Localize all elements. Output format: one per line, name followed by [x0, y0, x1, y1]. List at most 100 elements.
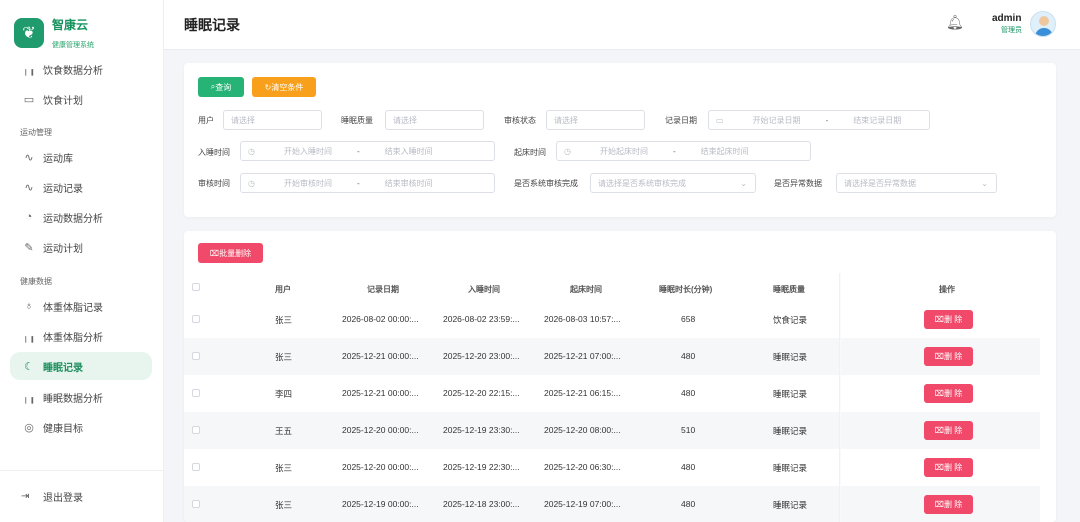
- audit-status-select[interactable]: 请选择: [546, 110, 645, 130]
- sidebar-group-exercise: 运动管理: [20, 128, 52, 137]
- cell-user: 张三: [275, 463, 293, 473]
- delete-button[interactable]: ⌧ 删 除: [924, 310, 973, 329]
- cell-record-date: 2025-12-20 00:00:...: [342, 462, 419, 472]
- cell-wake-time: 2026-08-03 10:57:...: [544, 314, 621, 324]
- cell-sleep-time: 2025-12-19 22:30:...: [443, 462, 520, 472]
- records-panel: ⌧ 批量删除 用户 记录日期 入睡时间 起床时间 睡眠时长(分钟) 睡眠质量 操作…: [184, 231, 1056, 522]
- table-row: 张三 2026-08-02 00:00:... 2026-08-02 23:59…: [184, 301, 1040, 338]
- sidebar-item-exercise-analysis[interactable]: ◔ 运动数据分析: [10, 203, 152, 231]
- bar-chart-icon: ╷╻: [22, 391, 36, 404]
- fixed-column-shadow: [839, 273, 841, 522]
- cell-quality: 睡眠记录: [773, 389, 808, 399]
- sidebar-item-exercise-records[interactable]: ∿ 运动记录: [10, 173, 152, 201]
- user-select[interactable]: 请选择: [223, 110, 322, 130]
- column-header-actions: 操作: [939, 285, 955, 294]
- table-row: 张三 2025-12-21 00:00:... 2025-12-20 23:00…: [184, 338, 1040, 375]
- select-all-checkbox[interactable]: [192, 283, 200, 291]
- target-icon: ◎: [24, 421, 34, 434]
- cell-duration: 510: [681, 425, 696, 435]
- system-audit-select[interactable]: 请选择是否系统审核完成 ⌄: [590, 173, 756, 193]
- clear-conditions-button[interactable]: ↻ 清空条件: [252, 77, 316, 97]
- avatar[interactable]: [1030, 11, 1056, 37]
- record-date-range[interactable]: ▭ 开始记录日期 - 结束记录日期: [708, 110, 930, 130]
- quality-select[interactable]: 请选择: [385, 110, 484, 130]
- row-checkbox[interactable]: [192, 315, 200, 323]
- calendar-icon: ▭: [716, 115, 724, 125]
- sleep-time-range[interactable]: ◷ 开始入睡时间 - 结束入睡时间: [240, 141, 495, 161]
- sidebar-item-weight-records[interactable]: ♁ 体重体脂记录: [10, 292, 152, 320]
- brand-title: 智康云: [52, 18, 89, 32]
- sidebar-item-sleep-analysis[interactable]: ╷╻ 睡眠数据分析: [10, 383, 152, 411]
- top-bar: 睡眠记录 🔔︎ admin 管理员: [164, 0, 1080, 50]
- query-button[interactable]: ⌕ 查询: [198, 77, 244, 97]
- filter-panel: ⌕ 查询 ↻ 清空条件 用户 请选择 睡眠质量 请选择 审核状态 请选择 记录日期 …: [184, 63, 1056, 217]
- wake-time-range[interactable]: ◷ 开始起床时间 - 结束起床时间: [556, 141, 811, 161]
- cell-wake-time: 2025-12-21 07:00:...: [544, 351, 621, 361]
- sidebar-item-weight-analysis[interactable]: ╷╻ 体重体脂分析: [10, 322, 152, 350]
- delete-button[interactable]: ⌧ 删 除: [924, 347, 973, 366]
- sidebar-item-diet-analysis[interactable]: ╷╻ 饮食数据分析: [10, 55, 152, 83]
- clock-icon: ◷: [564, 146, 571, 156]
- quality-label: 睡眠质量: [341, 116, 373, 125]
- cell-quality: 睡眠记录: [773, 426, 808, 436]
- sidebar: ❦ 智康云 健康管理系统 ╷╻ 饮食数据分析 ▭ 饮食计划 运动管理 ∿ 运动库 ∿ 运…: [0, 0, 164, 522]
- abnormal-select[interactable]: 请选择是否异常数据 ⌄: [836, 173, 997, 193]
- system-audit-label: 是否系统审核完成: [514, 179, 578, 188]
- row-checkbox[interactable]: [192, 463, 200, 471]
- calendar-icon: ▭: [23, 93, 35, 106]
- edit-icon: ✎: [24, 241, 34, 254]
- cell-record-date: 2025-12-21 00:00:...: [342, 388, 419, 398]
- audit-time-label: 审核时间: [198, 179, 230, 188]
- sidebar-item-diet-plan[interactable]: ▭ 饮食计划: [10, 85, 152, 113]
- moon-icon: ☾: [24, 360, 34, 373]
- delete-button[interactable]: ⌧ 删 除: [924, 384, 973, 403]
- brand-logo: ❦ 智康云 健康管理系统: [14, 16, 94, 50]
- chevron-down-icon: ⌄: [740, 178, 747, 188]
- bar-chart-icon: ╷╻: [22, 330, 36, 343]
- abnormal-label: 是否异常数据: [774, 179, 822, 188]
- row-checkbox[interactable]: [192, 352, 200, 360]
- wake-time-label: 起床时间: [514, 148, 546, 157]
- cell-sleep-time: 2025-12-20 23:00:...: [443, 351, 520, 361]
- cell-sleep-time: 2025-12-19 23:30:...: [443, 425, 520, 435]
- sidebar-item-exercise-library[interactable]: ∿ 运动库: [10, 143, 152, 171]
- sidebar-item-sleep-records[interactable]: ☾ 睡眠记录: [10, 352, 152, 380]
- cell-duration: 480: [681, 499, 696, 509]
- row-checkbox[interactable]: [192, 500, 200, 508]
- column-header-wake-time: 起床时间: [570, 285, 602, 294]
- audit-time-range[interactable]: ◷ 开始审核时间 - 结束审核时间: [240, 173, 495, 193]
- user-name[interactable]: admin: [992, 13, 1021, 24]
- column-header-quality: 睡眠质量: [773, 285, 805, 294]
- pulse-icon: ∿: [24, 181, 34, 194]
- pulse-icon: ∿: [24, 151, 34, 164]
- delete-button[interactable]: ⌧ 删 除: [924, 458, 973, 477]
- trash-icon: ⌧: [934, 426, 944, 435]
- sidebar-item-exercise-plan[interactable]: ✎ 运动计划: [10, 233, 152, 261]
- sidebar-group-health: 健康数据: [20, 277, 52, 286]
- cell-user: 张三: [275, 500, 293, 510]
- sidebar-item-health-goals[interactable]: ◎ 健康目标: [10, 413, 152, 441]
- delete-button[interactable]: ⌧ 删 除: [924, 495, 973, 514]
- cell-wake-time: 2025-12-21 06:15:...: [544, 388, 621, 398]
- row-checkbox[interactable]: [192, 389, 200, 397]
- batch-delete-button[interactable]: ⌧ 批量删除: [198, 243, 263, 263]
- column-header-user: 用户: [275, 285, 291, 294]
- bell-icon[interactable]: 🔔︎: [946, 14, 964, 31]
- trash-icon: ⌧: [209, 248, 220, 258]
- cell-quality: 睡眠记录: [773, 463, 808, 473]
- record-date-label: 记录日期: [665, 116, 697, 125]
- column-header-duration: 睡眠时长(分钟): [659, 285, 713, 294]
- trash-icon: ⌧: [934, 463, 944, 472]
- trash-icon: ⌧: [934, 315, 944, 324]
- cell-wake-time: 2025-12-19 07:00:...: [544, 499, 621, 509]
- logout-button[interactable]: ⇥ 退出登录: [10, 486, 152, 506]
- cell-duration: 480: [681, 351, 696, 361]
- bar-chart-icon: ╷╻: [22, 63, 36, 76]
- cell-duration: 658: [681, 314, 696, 324]
- row-checkbox[interactable]: [192, 426, 200, 434]
- cell-record-date: 2025-12-21 00:00:...: [342, 351, 419, 361]
- cell-quality: 睡眠记录: [773, 500, 808, 510]
- cell-user: 张三: [275, 315, 293, 325]
- delete-button[interactable]: ⌧ 删 除: [924, 421, 973, 440]
- scale-icon: ♁: [24, 300, 34, 312]
